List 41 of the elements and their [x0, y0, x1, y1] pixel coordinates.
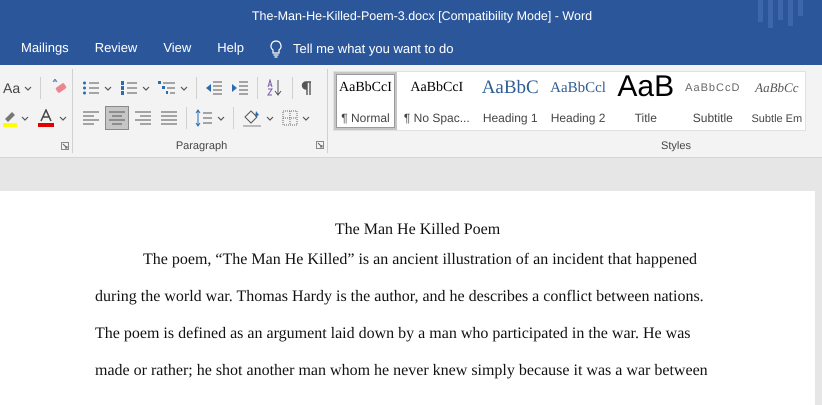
dialog-launcher-icon	[316, 141, 324, 149]
line-spacing-icon	[195, 109, 213, 127]
multilevel-list-icon	[158, 80, 176, 96]
caret-icon	[302, 116, 310, 120]
paint-bucket-icon	[242, 109, 262, 127]
decrease-indent-icon	[205, 80, 223, 96]
style-option[interactable]: AaBbCcI ¶ Normal	[334, 72, 397, 130]
pilcrow-icon	[301, 80, 313, 96]
document-heading: The Man He Killed Poem	[334, 220, 502, 240]
caret-icon	[266, 116, 274, 120]
increase-indent-icon	[231, 80, 249, 96]
group-label: Paragraph	[176, 140, 228, 152]
window-title: The-Man-He-Killed-Poem-3.docx [Compatibility Mode] - Word	[252, 9, 592, 23]
caret-icon	[24, 86, 32, 90]
caret-icon	[21, 116, 29, 120]
ribbon-tab[interactable]: Help	[204, 36, 258, 61]
document-paragraph: The poem, “The Man He Killed” is an ancient illustration of an incident that happened during the world war. Thomas Hardy is the author, and he describes a conflict between nations. The poem is defined as an argument laid down by a man who participated in the war. He was made or rather; he shot another man whom he never knew simply because it was a war between	[95, 250, 709, 381]
sort-icon	[266, 79, 284, 97]
caret-icon	[59, 116, 67, 120]
align-right-icon	[134, 110, 152, 126]
caret-icon	[217, 116, 225, 120]
ribbon-tab[interactable]: View	[150, 36, 204, 61]
align-center-button[interactable]	[105, 106, 129, 130]
caret-icon	[104, 86, 112, 90]
align-justify-icon	[160, 110, 178, 126]
tell-me-field[interactable]: Tell me what you want to do	[265, 38, 498, 60]
ribbon-tab[interactable]: Review	[82, 36, 150, 61]
borders-grid-icon	[282, 110, 298, 126]
align-center-icon	[108, 110, 126, 126]
font-color-icon	[37, 109, 55, 127]
caret-icon	[180, 86, 188, 90]
numbered-list-icon	[120, 80, 138, 96]
ribbon-tab[interactable]: Mailings	[8, 36, 82, 61]
highlighter-icon	[3, 109, 17, 127]
caret-icon	[142, 86, 150, 90]
align-left-icon	[82, 110, 100, 126]
change-case-button[interactable]: Aa	[0, 75, 36, 101]
dialog-launcher-icon	[61, 142, 69, 150]
group-label: Styles	[661, 140, 691, 152]
lightbulb-icon	[269, 40, 284, 58]
bulleted-list-icon	[82, 80, 100, 96]
